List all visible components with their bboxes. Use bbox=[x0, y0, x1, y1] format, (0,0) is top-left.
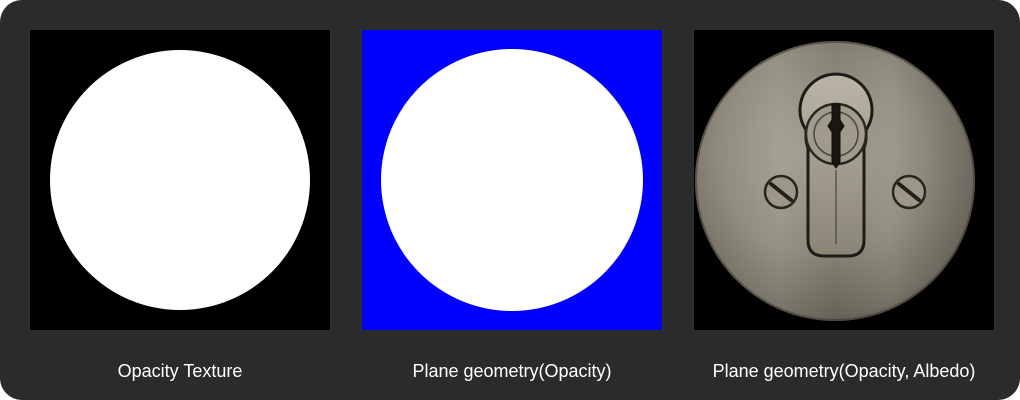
caption-plane-opacity-albedo: Plane geometry(Opacity, Albedo) bbox=[712, 361, 976, 381]
opacity-disc bbox=[50, 50, 310, 310]
opacity-texture-image bbox=[30, 30, 330, 330]
plane-albedo-image bbox=[694, 30, 994, 330]
comparison-card: Opacity Texture Plane geometry(Opacity) … bbox=[0, 0, 1020, 400]
left-screw bbox=[763, 174, 799, 210]
right-screw bbox=[891, 174, 927, 210]
opacity-disc bbox=[381, 49, 643, 311]
caption-plane-opacity: Plane geometry(Opacity) bbox=[412, 361, 612, 381]
caption-opacity-texture: Opacity Texture bbox=[117, 361, 243, 381]
plane-opacity-image bbox=[362, 30, 662, 330]
